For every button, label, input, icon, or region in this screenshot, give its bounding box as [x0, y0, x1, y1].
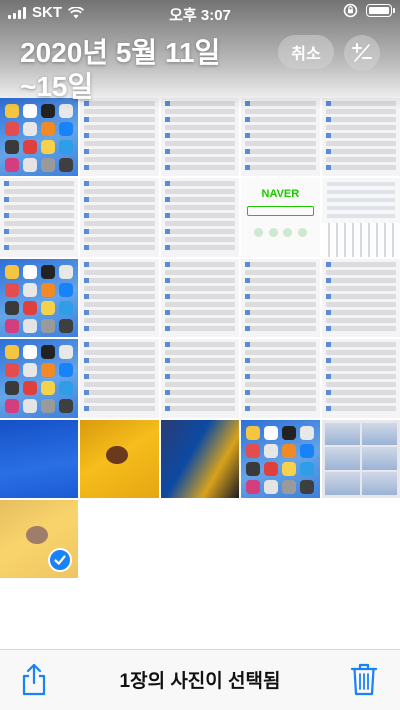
photo-thumbnail[interactable]: [321, 339, 400, 418]
plus-minus-button[interactable]: [344, 35, 380, 71]
title-date-range: 2020년 5월 11일: [20, 37, 221, 68]
photo-thumbnail[interactable]: [0, 178, 79, 257]
battery-icon: [366, 4, 395, 17]
photo-thumbnail[interactable]: [0, 339, 79, 418]
photo-thumbnail[interactable]: [80, 98, 159, 177]
photo-thumbnail[interactable]: [80, 258, 159, 338]
page-title: 2020년 5월 11일 ~15일: [20, 36, 270, 104]
photo-thumbnail[interactable]: [160, 258, 240, 338]
photo-thumbnail[interactable]: [160, 419, 240, 498]
photo-thumbnail[interactable]: [0, 258, 79, 338]
photo-thumbnail[interactable]: [241, 419, 320, 498]
kakao-character: [106, 445, 129, 464]
orientation-lock-icon: [343, 3, 358, 18]
status-bar: SKT 오후 3:07: [0, 0, 400, 24]
bottom-toolbar: 1장의 사진이 선택됨: [0, 649, 400, 710]
photo-thumbnail[interactable]: [160, 98, 240, 177]
selection-count-label: 1장의 사진이 선택됨: [119, 671, 281, 692]
photo-thumbnail[interactable]: [321, 98, 400, 177]
photo-grid: NAVER: [0, 98, 400, 579]
cancel-button[interactable]: 취소: [278, 35, 334, 69]
photo-thumbnail[interactable]: [160, 339, 240, 418]
status-time: 오후 3:07: [169, 7, 231, 24]
trash-icon: [350, 663, 378, 696]
photo-thumbnail[interactable]: [321, 419, 400, 498]
title-date-range-end: ~15일: [20, 71, 94, 102]
photo-thumbnail[interactable]: [0, 419, 79, 498]
photo-thumbnail[interactable]: [80, 419, 159, 498]
photo-thumbnail[interactable]: [241, 98, 320, 177]
photo-thumbnail[interactable]: [80, 339, 159, 418]
delete-button[interactable]: [350, 662, 378, 696]
photo-thumbnail[interactable]: [0, 499, 79, 579]
photo-thumbnail[interactable]: [80, 178, 159, 257]
naver-logo: NAVER: [261, 188, 300, 201]
photo-thumbnail[interactable]: [160, 178, 240, 257]
photo-thumbnail[interactable]: NAVER: [241, 178, 320, 257]
photo-thumbnail[interactable]: [321, 258, 400, 338]
photo-thumbnail[interactable]: [321, 178, 400, 257]
plus-minus-icon: [352, 43, 372, 62]
photo-thumbnail[interactable]: [0, 98, 79, 177]
status-right: [343, 3, 395, 18]
photo-thumbnail[interactable]: [241, 258, 320, 338]
photo-thumbnail[interactable]: [241, 339, 320, 418]
